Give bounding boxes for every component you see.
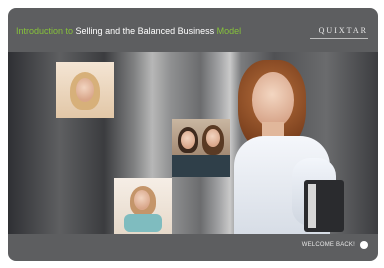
circle-icon	[360, 241, 368, 249]
photo-woman-with-book	[218, 54, 368, 234]
photo-woman-laptop	[114, 178, 172, 234]
page-title: Introduction to Selling and the Balanced…	[16, 26, 241, 36]
title-main: Selling and the Balanced Business	[73, 26, 217, 36]
photo-woman-smiling	[56, 62, 114, 118]
welcome-back-button[interactable]: WELCOME BACK!	[302, 241, 368, 249]
welcome-back-label: WELCOME BACK!	[301, 242, 355, 248]
title-intro: Introduction to	[16, 26, 74, 36]
brand-logo-underline	[310, 38, 368, 39]
hero-image	[8, 52, 378, 234]
title-model: Model	[216, 26, 242, 36]
main-panel: Introduction to Selling and the Balanced…	[8, 8, 378, 261]
brand-logo: QUIXTAR	[318, 26, 368, 35]
